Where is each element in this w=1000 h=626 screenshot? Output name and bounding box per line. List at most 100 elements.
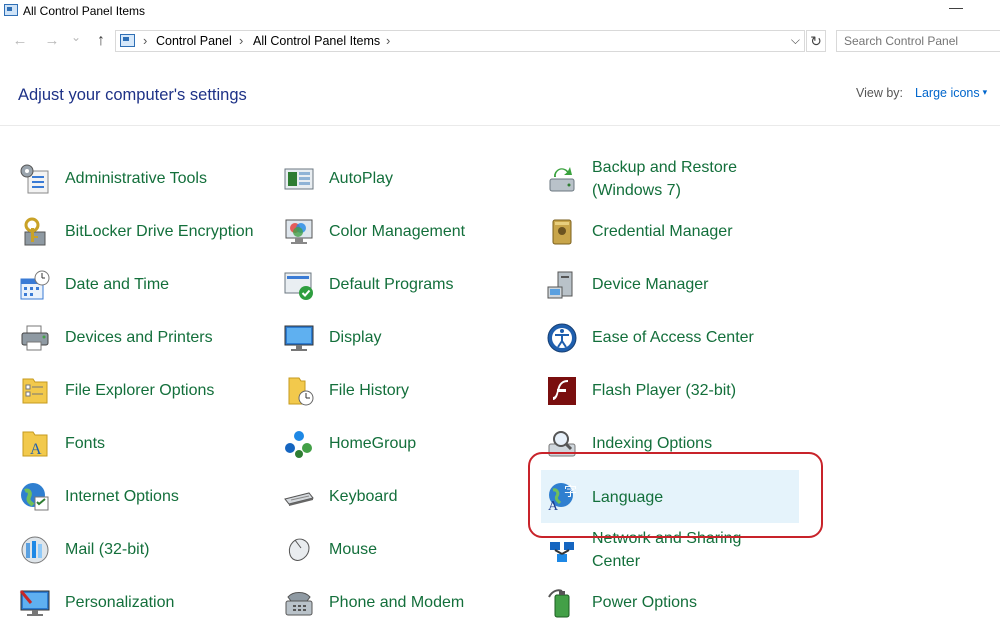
- keyboard-icon: [284, 492, 314, 506]
- item-mail[interactable]: Mail (32-bit): [19, 527, 269, 573]
- item-internet-options[interactable]: Internet Options: [19, 474, 269, 520]
- address-bar[interactable]: › Control Panel › All Control Panel Item…: [115, 30, 805, 52]
- item-label: Mail (32-bit): [65, 541, 150, 558]
- item-label: Credential Manager: [592, 223, 733, 240]
- control-panel-location-icon: [120, 34, 135, 47]
- item-homegroup[interactable]: HomeGroup: [283, 421, 513, 467]
- item-backup-and-restore[interactable]: Backup and Restore (Windows 7): [546, 156, 796, 202]
- item-date-and-time[interactable]: Date and Time: [19, 262, 269, 308]
- search-input[interactable]: [836, 30, 1000, 52]
- recent-locations-dropdown[interactable]: ⌄: [66, 30, 86, 44]
- power-options-icon: [548, 589, 570, 618]
- up-button[interactable]: ↑: [91, 32, 111, 50]
- item-label: Mouse: [329, 541, 378, 558]
- divider: [0, 125, 1000, 126]
- flash-player-icon: [548, 377, 576, 405]
- item-personalization[interactable]: Personalization: [19, 580, 269, 626]
- display-icon: [284, 325, 314, 351]
- item-administrative-tools[interactable]: Administrative Tools: [19, 156, 269, 202]
- window-title: All Control Panel Items: [23, 4, 146, 18]
- item-flash-player[interactable]: Flash Player (32-bit): [546, 368, 796, 414]
- item-label: Ease of Access Center: [592, 329, 754, 346]
- mouse-icon: [288, 538, 310, 561]
- navigation-bar: ← → ⌄ ↑ › Control Panel › All Control Pa…: [0, 28, 1000, 56]
- internet-options-icon: [21, 483, 49, 511]
- item-default-programs[interactable]: Default Programs: [283, 262, 513, 308]
- item-label: Devices and Printers: [65, 329, 213, 346]
- item-file-history[interactable]: File History: [283, 368, 513, 414]
- network-sharing-icon: [550, 542, 574, 562]
- backup-restore-icon: [549, 167, 575, 192]
- phone-modem-icon: [285, 592, 313, 616]
- devices-printers-icon: [21, 325, 49, 351]
- item-label: Administrative Tools: [65, 170, 207, 187]
- item-label: Color Management: [329, 223, 466, 240]
- breadcrumb-all-items[interactable]: All Control Panel Items: [253, 34, 380, 48]
- breadcrumb-separator[interactable]: ›: [143, 33, 147, 48]
- item-label: Backup and Restore (Windows 7): [592, 159, 737, 199]
- item-label: Fonts: [65, 435, 106, 452]
- item-label: File Explorer Options: [65, 382, 215, 399]
- admin-tools-icon: [20, 164, 49, 194]
- item-label: BitLocker Drive Encryption: [65, 223, 254, 240]
- item-display[interactable]: Display: [283, 315, 513, 361]
- refresh-button[interactable]: ↻: [806, 30, 826, 52]
- item-label: Device Manager: [592, 276, 709, 293]
- view-by-label: View by:: [856, 86, 904, 100]
- highlight-outline: [528, 452, 823, 538]
- control-panel-icon: [4, 4, 18, 16]
- breadcrumb-control-panel[interactable]: Control Panel: [156, 34, 232, 48]
- item-label: AutoPlay: [329, 170, 394, 187]
- item-label: Default Programs: [329, 276, 454, 293]
- file-explorer-options-icon: [22, 378, 48, 404]
- item-file-explorer-options[interactable]: File Explorer Options: [19, 368, 269, 414]
- item-label: File History: [329, 382, 410, 399]
- ease-of-access-icon: [547, 323, 577, 353]
- item-label: Keyboard: [329, 488, 398, 505]
- item-label: Date and Time: [65, 276, 170, 293]
- item-phone-and-modem[interactable]: Phone and Modem: [283, 580, 513, 626]
- item-label: Power Options: [592, 594, 697, 611]
- file-history-icon: [288, 377, 314, 406]
- caret-down-icon: ▾: [982, 87, 988, 97]
- page-title: Adjust your computer's settings: [18, 86, 247, 104]
- default-programs-icon: [284, 272, 313, 300]
- item-color-management[interactable]: Color Management: [283, 209, 513, 255]
- item-fonts[interactable]: A Fonts: [19, 421, 269, 467]
- item-device-manager[interactable]: Device Manager: [546, 262, 796, 308]
- view-by-dropdown[interactable]: Large icons ▾: [915, 86, 987, 100]
- item-label: Phone and Modem: [329, 594, 465, 611]
- item-label: Display: [329, 329, 382, 346]
- address-dropdown-button[interactable]: ⌵: [791, 33, 800, 48]
- fonts-icon: A: [22, 431, 48, 458]
- homegroup-icon: [285, 431, 312, 458]
- breadcrumb-separator[interactable]: ›: [239, 33, 243, 48]
- item-credential-manager[interactable]: Credential Manager: [546, 209, 796, 255]
- breadcrumb-separator[interactable]: ›: [386, 33, 390, 48]
- item-keyboard[interactable]: Keyboard: [283, 474, 513, 520]
- autoplay-icon: [284, 168, 314, 190]
- item-ease-of-access-center[interactable]: Ease of Access Center: [546, 315, 796, 361]
- title-bar: All Control Panel Items —: [0, 0, 1000, 24]
- item-label: Internet Options: [65, 488, 179, 505]
- back-button[interactable]: ←: [10, 32, 30, 49]
- svg-text:A: A: [30, 441, 42, 458]
- credential-manager-icon: [552, 219, 572, 245]
- color-management-icon: [285, 219, 313, 244]
- view-by-value: Large icons: [915, 86, 980, 100]
- item-mouse[interactable]: Mouse: [283, 527, 513, 573]
- forward-button[interactable]: →: [42, 32, 62, 49]
- item-power-options[interactable]: Power Options: [546, 580, 796, 626]
- item-devices-and-printers[interactable]: Devices and Printers: [19, 315, 269, 361]
- date-time-icon: [20, 270, 50, 300]
- minimize-button[interactable]: —: [946, 0, 966, 20]
- item-autoplay[interactable]: AutoPlay: [283, 156, 513, 202]
- device-manager-icon: [547, 271, 573, 299]
- item-label: Flash Player (32-bit): [592, 382, 737, 399]
- item-label: HomeGroup: [329, 435, 417, 452]
- bitlocker-icon: [24, 217, 46, 246]
- mail-icon: [21, 536, 49, 564]
- personalization-icon: [19, 590, 50, 616]
- item-label: Personalization: [65, 594, 175, 611]
- item-bitlocker-drive-encryption[interactable]: BitLocker Drive Encryption: [19, 209, 269, 255]
